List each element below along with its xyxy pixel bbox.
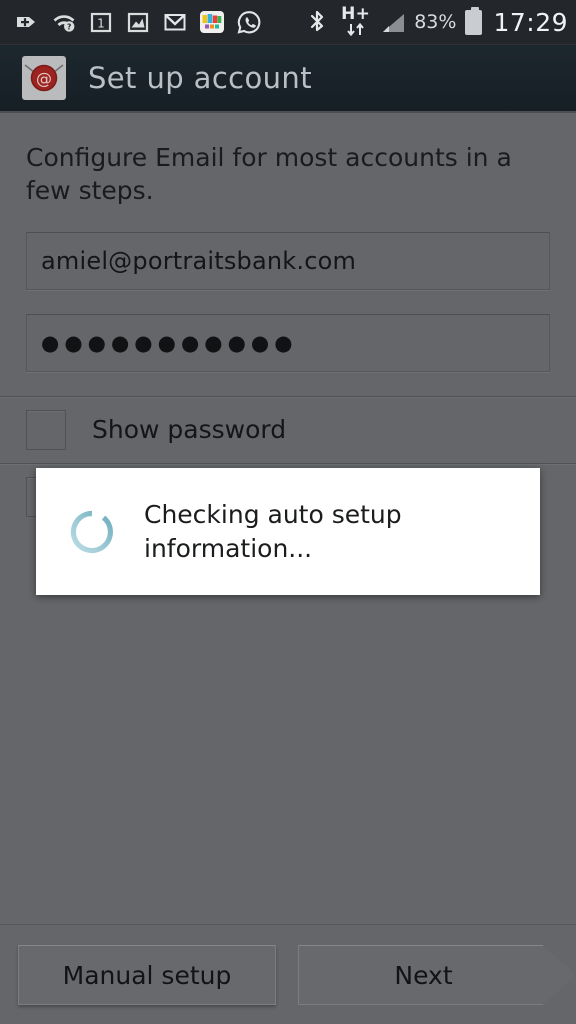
svg-text:@: @ — [36, 69, 52, 88]
show-password-label: Show password — [92, 415, 287, 444]
manual-setup-button[interactable]: Manual setup — [18, 945, 276, 1005]
status-bar: ? 1 H+ 83% 17:29 — [0, 0, 576, 45]
wifi-question-icon: ? — [51, 9, 77, 35]
clock-label: 17:29 — [493, 7, 568, 37]
bluetooth-icon — [306, 9, 332, 35]
email-field[interactable]: amiel@portraitsbank.com — [26, 231, 550, 290]
dialog-message: Checking auto setup information... — [144, 499, 402, 563]
bottom-button-bar: Manual setup Next — [0, 924, 576, 1024]
svg-text:?: ? — [67, 23, 71, 32]
status-bar-notification-icons: ? 1 — [14, 9, 262, 35]
show-password-row[interactable]: Show password — [0, 397, 576, 463]
calendar-one-icon: 1 — [88, 9, 114, 35]
data-transfer-icon — [345, 22, 367, 39]
next-button[interactable]: Next — [298, 945, 576, 1005]
phone-screen: ? 1 H+ 83% 17:29 @ Set up account Config… — [0, 0, 576, 1024]
intro-description: Configure Email for most accounts in a f… — [26, 143, 512, 206]
network-type-label: H+ — [341, 5, 370, 39]
yala-app-icon — [199, 9, 225, 35]
email-field-value: amiel@portraitsbank.com — [41, 246, 357, 275]
checking-auto-setup-dialog: Checking auto setup information... — [36, 468, 540, 595]
gallery-icon — [125, 9, 151, 35]
signal-bars-icon — [379, 11, 405, 33]
plus-tag-icon — [14, 9, 40, 35]
battery-icon — [465, 6, 483, 35]
gmail-icon — [162, 9, 188, 35]
password-field[interactable]: ●●●●●●●●●●● — [26, 313, 550, 372]
page-title: Set up account — [88, 61, 312, 95]
show-password-checkbox[interactable] — [26, 409, 66, 450]
email-at-envelope-icon: @ — [22, 56, 66, 100]
app-header: @ Set up account — [0, 45, 576, 113]
loading-spinner — [68, 508, 116, 556]
battery-percent-label: 83% — [414, 11, 457, 33]
status-bar-system-icons: H+ 83% 17:29 — [306, 5, 568, 39]
whatsapp-icon — [236, 9, 262, 35]
svg-text:1: 1 — [97, 17, 105, 31]
password-field-value: ●●●●●●●●●●● — [41, 330, 298, 355]
